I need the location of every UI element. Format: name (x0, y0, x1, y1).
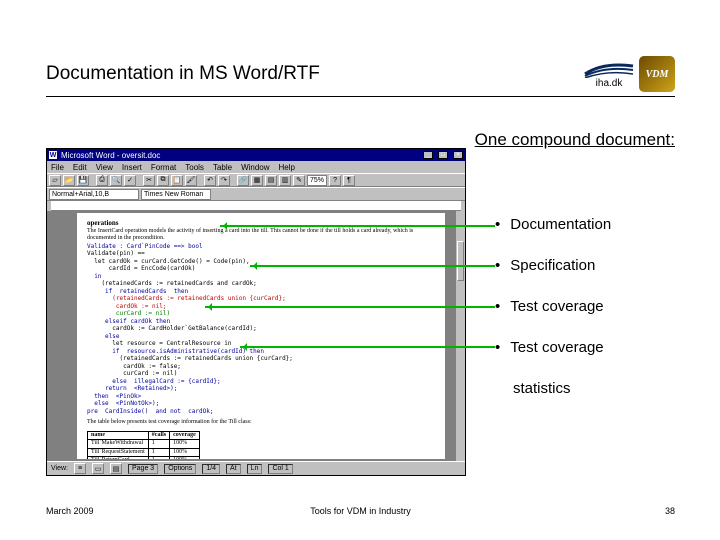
menu-help[interactable]: Help (279, 163, 295, 172)
open-icon[interactable]: 📂 (63, 175, 75, 186)
doc-paragraph: The InsertCard operation models the acti… (87, 228, 435, 243)
columns-icon[interactable]: ▥ (279, 175, 291, 186)
menu-edit[interactable]: Edit (73, 163, 87, 172)
scroll-thumb[interactable] (457, 241, 464, 281)
view-outline-icon[interactable]: ▤ (110, 463, 122, 474)
footer-title: Tools for VDM in Industry (46, 506, 675, 516)
word-statusbar: View: ≡ ▭ ▤ Page 3 Options 1/4 At Ln Col… (47, 461, 465, 475)
bullet-label: Test coverage (510, 298, 603, 315)
new-icon[interactable]: ▱ (49, 175, 61, 186)
view-normal-icon[interactable]: ≡ (74, 463, 86, 474)
bullet-label: Test coverage (510, 339, 603, 356)
document-page: operations The InsertCard operation mode… (77, 213, 445, 459)
iha-swoosh-icon (583, 60, 635, 78)
vdm-badge-text: VDM (646, 69, 669, 80)
status-page: Page 3 (128, 464, 158, 474)
coverage-table: name#callscoverageTill`MakeWithdrawal110… (87, 431, 200, 459)
vdm-badge-icon: VDM (639, 56, 675, 92)
word-title-text: Microsoft Word - oversit.doc (61, 151, 418, 160)
menu-table[interactable]: Table (213, 163, 232, 172)
iha-logo: iha.dk (583, 60, 635, 89)
header-divider (46, 96, 675, 97)
bullet-label: Documentation (510, 216, 611, 233)
maximize-icon[interactable]: □ (438, 151, 448, 159)
menu-tools[interactable]: Tools (185, 163, 204, 172)
zoom-select[interactable]: 75% (307, 175, 327, 186)
subtitle: One compound document: (475, 130, 675, 150)
bullet-statistics: statistics (513, 380, 675, 397)
format-painter-icon[interactable]: 🖌 (185, 175, 197, 186)
font-select[interactable]: Times New Roman (141, 189, 211, 200)
menu-view[interactable]: View (96, 163, 113, 172)
ruler (51, 201, 461, 211)
bullet-documentation: Documentation (495, 216, 675, 233)
menu-file[interactable]: File (51, 163, 64, 172)
link-icon[interactable]: 🔗 (237, 175, 249, 186)
arrow-specification (250, 265, 495, 267)
redo-icon[interactable]: ↷ (218, 175, 230, 186)
document-area: operations The InsertCard operation mode… (47, 211, 465, 461)
word-app-icon: W (49, 151, 57, 159)
drawing-icon[interactable]: ✎ (293, 175, 305, 186)
table-icon[interactable]: ▦ (251, 175, 263, 186)
save-icon[interactable]: 💾 (77, 175, 89, 186)
bullet-list: Documentation Specification Test coverag… (495, 216, 675, 397)
menu-insert[interactable]: Insert (122, 163, 142, 172)
bullet-specification: Specification (495, 257, 675, 274)
arrow-test-coverage-stats (240, 346, 495, 348)
word-toolbar-1: ▱ 📂 💾 ⎙ 🔍 ✓ ✂ ⧉ 📋 🖌 ↶ ↷ 🔗 ▦ ▤ ▥ ✎ 75% ? … (47, 173, 465, 187)
cut-icon[interactable]: ✂ (143, 175, 155, 186)
status-view-label: View: (51, 465, 68, 472)
iha-text: iha.dk (596, 78, 623, 89)
word-titlebar: W Microsoft Word - oversit.doc _ □ × (47, 149, 465, 161)
help-icon[interactable]: ? (329, 175, 341, 186)
preview-icon[interactable]: 🔍 (110, 175, 122, 186)
menu-window[interactable]: Window (241, 163, 269, 172)
word-toolbar-2: Normal+Arial,10,B Times New Roman (47, 187, 465, 201)
logo-group: iha.dk VDM (583, 56, 675, 92)
doc-code-block: Validate : Card`PinCode ==> boolValidate… (87, 243, 435, 416)
arrow-documentation (220, 225, 495, 227)
para-icon[interactable]: ¶ (343, 175, 355, 186)
minimize-icon[interactable]: _ (423, 151, 433, 159)
close-icon[interactable]: × (453, 151, 463, 159)
bullet-test-coverage: Test coverage (495, 298, 675, 315)
word-menubar: File Edit View Insert Format Tools Table… (47, 161, 465, 173)
doc-table-caption: The table below presents test coverage i… (87, 419, 435, 427)
menu-format[interactable]: Format (151, 163, 176, 172)
status-ln: Ln (247, 464, 263, 474)
slide-footer: March 2009 Tools for VDM in Industry 38 (46, 506, 675, 516)
view-layout-icon[interactable]: ▭ (92, 463, 104, 474)
status-sec: 1/4 (202, 464, 220, 474)
excel-icon[interactable]: ▤ (265, 175, 277, 186)
paste-icon[interactable]: 📋 (171, 175, 183, 186)
vertical-scrollbar[interactable] (455, 211, 465, 461)
spell-icon[interactable]: ✓ (124, 175, 136, 186)
style-select[interactable]: Normal+Arial,10,B (49, 189, 139, 200)
copy-icon[interactable]: ⧉ (157, 175, 169, 186)
print-icon[interactable]: ⎙ (96, 175, 108, 186)
status-options: Options (164, 464, 196, 474)
bullet-test-coverage-2: Test coverage (495, 339, 675, 356)
bullet-label: Specification (510, 257, 595, 274)
status-at: At (226, 464, 241, 474)
arrow-test-coverage (205, 306, 495, 308)
slide-title: Documentation in MS Word/RTF (46, 63, 320, 85)
undo-icon[interactable]: ↶ (204, 175, 216, 186)
status-col: Col 1 (268, 464, 292, 474)
word-window: W Microsoft Word - oversit.doc _ □ × Fil… (46, 148, 466, 476)
